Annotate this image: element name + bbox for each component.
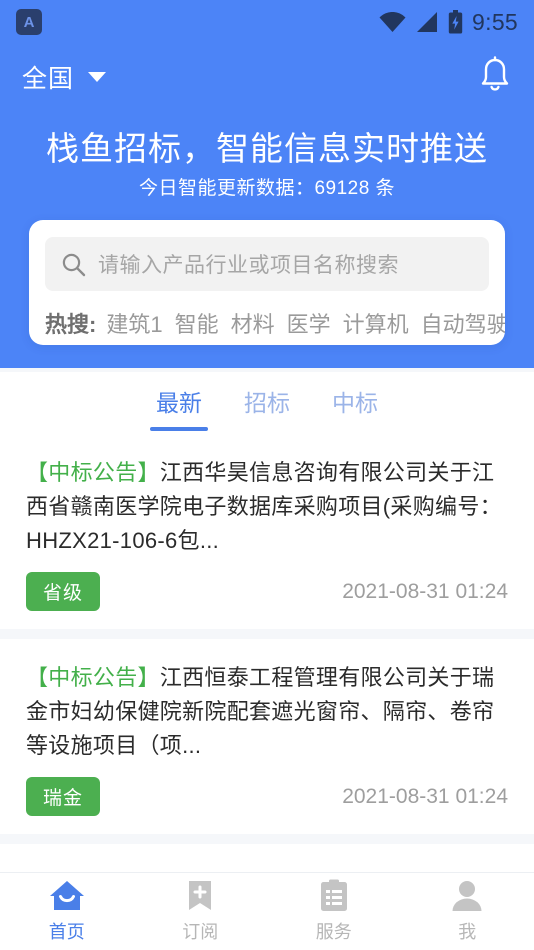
hot-tag[interactable]: 智能 bbox=[175, 307, 219, 339]
tab-award[interactable]: 中标 bbox=[332, 384, 378, 422]
nav-item-subscribe[interactable]: 订阅 bbox=[134, 879, 268, 944]
list-item-meta: 瑞金 2021-08-31 01:24 bbox=[26, 777, 508, 816]
hot-tag[interactable]: 自动驾驶 bbox=[421, 307, 505, 339]
status-bar: A 9:55 bbox=[0, 0, 534, 44]
home-icon bbox=[49, 881, 84, 910]
search-card: 请输入产品行业或项目名称搜索 热搜: 建筑1 智能 材料 医学 计算机 自动驾驶 bbox=[29, 220, 505, 345]
nav-label: 首页 bbox=[48, 922, 85, 942]
app-notification-icon: A bbox=[16, 9, 42, 35]
hot-search-tags: 建筑1 智能 材料 医学 计算机 自动驾驶 bbox=[106, 307, 505, 339]
list-item[interactable]: 【中标公告】江西恒泰工程管理有限公司关于瑞金市妇幼保健院新院配套遮光窗帘、隔帘、… bbox=[0, 639, 534, 834]
bell-icon bbox=[481, 55, 509, 91]
person-icon bbox=[452, 881, 482, 911]
chevron-down-icon bbox=[88, 72, 107, 82]
list-item-title: 【中标公告】江西恒泰工程管理有限公司关于瑞金市妇幼保健院新院配套遮光窗帘、隔帘、… bbox=[26, 661, 508, 763]
hero-subtitle: 今日智能更新数据：69128 条 bbox=[138, 178, 396, 199]
nav-item-home[interactable]: 首页 bbox=[0, 879, 134, 944]
tab-tender[interactable]: 招标 bbox=[244, 384, 290, 422]
list-item-date: 2021-08-31 01:24 bbox=[342, 784, 508, 808]
feed-list[interactable]: 【中标公告】江西华昊信息咨询有限公司关于江西省赣南医学院电子数据库采购项目(采购… bbox=[0, 434, 534, 872]
search-placeholder: 请输入产品行业或项目名称搜索 bbox=[98, 254, 399, 277]
hero-title: 栈鱼招标，智能信息实时推送 bbox=[46, 130, 488, 167]
status-bar-clock: 9:55 bbox=[472, 8, 518, 35]
app-badge-letter: A bbox=[23, 13, 35, 31]
status-badge: 瑞金 bbox=[26, 777, 101, 816]
list-item[interactable]: 【中标公告】江西华昊信息咨询有限公司关于江西省赣南医学院电子数据库采购项目(采购… bbox=[0, 434, 534, 629]
battery-charging-icon bbox=[448, 10, 463, 34]
list-item-title: 【中标公告】江西华昊信息咨询有限公司关于江西省赣南医学院电子数据库采购项目(采购… bbox=[26, 456, 508, 558]
list-item-prefix: 【中标公告】 bbox=[26, 460, 160, 485]
app-bar: 全国 bbox=[0, 46, 534, 108]
status-bar-right: 9:55 bbox=[379, 9, 518, 36]
region-selector[interactable]: 全国 bbox=[22, 59, 107, 95]
nav-label: 我 bbox=[458, 922, 477, 942]
feed-tabs: 最新 招标 中标 bbox=[0, 372, 534, 434]
list-item-partial[interactable] bbox=[0, 844, 534, 872]
hot-tag[interactable]: 计算机 bbox=[343, 307, 409, 339]
hot-search-label: 热搜: bbox=[45, 312, 97, 337]
hot-tag[interactable]: 建筑1 bbox=[106, 307, 162, 339]
list-item-meta: 省级 2021-08-31 01:24 bbox=[26, 572, 508, 611]
region-label: 全国 bbox=[22, 65, 75, 93]
status-bar-left: A bbox=[16, 9, 42, 35]
list-item-date: 2021-08-31 01:24 bbox=[342, 579, 508, 603]
clipboard-list-icon bbox=[320, 879, 347, 911]
status-badge: 省级 bbox=[26, 572, 101, 611]
bookmark-plus-icon bbox=[189, 881, 212, 910]
nav-label: 订阅 bbox=[182, 922, 219, 942]
search-input[interactable]: 请输入产品行业或项目名称搜索 bbox=[45, 237, 489, 291]
list-item-prefix: 【中标公告】 bbox=[26, 665, 160, 690]
notifications-button[interactable] bbox=[478, 55, 512, 99]
bottom-navigation: 首页 订阅 服务 我 bbox=[0, 872, 534, 950]
hot-search-row: 热搜: 建筑1 智能 材料 医学 计算机 自动驾驶 bbox=[45, 304, 505, 342]
hot-tag[interactable]: 材料 bbox=[231, 307, 275, 339]
wifi-icon bbox=[379, 11, 406, 32]
search-icon bbox=[62, 253, 86, 276]
tab-latest[interactable]: 最新 bbox=[156, 384, 202, 422]
app-root: A 9:55 全国 栈鱼招标，智能信息实时推送 今日智能更新数据：69128 条… bbox=[0, 0, 534, 950]
hero-header: A 9:55 全国 栈鱼招标，智能信息实时推送 今日智能更新数据：69128 条… bbox=[0, 0, 534, 368]
nav-label: 服务 bbox=[315, 922, 352, 942]
signal-icon bbox=[417, 11, 438, 32]
nav-item-profile[interactable]: 我 bbox=[401, 879, 534, 944]
hot-tag[interactable]: 医学 bbox=[287, 307, 331, 339]
nav-item-services[interactable]: 服务 bbox=[267, 879, 401, 944]
